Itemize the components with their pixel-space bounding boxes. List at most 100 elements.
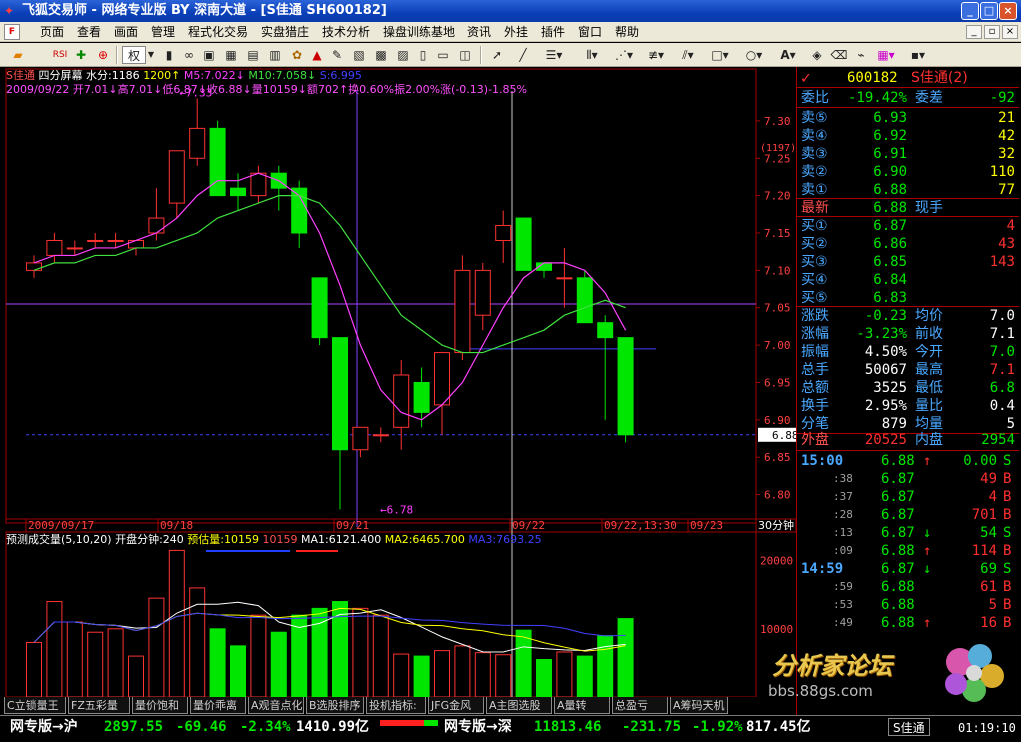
menu-program-trade[interactable]: 程式化交易 bbox=[188, 24, 248, 40]
menu-plugins[interactable]: 插件 bbox=[541, 24, 565, 40]
indicator-tab[interactable]: B选股排序 bbox=[306, 697, 364, 714]
menu-tech-analysis[interactable]: 技术分析 bbox=[322, 24, 370, 40]
inner-label: 内盘 bbox=[915, 432, 943, 448]
chart-icon[interactable]: ▩ bbox=[372, 46, 390, 64]
maximize-button[interactable]: □ bbox=[980, 2, 998, 20]
window-title: 飞狐交易师 - 网络专业版 BY 深南大道 - [S佳通 SH600182] bbox=[22, 3, 387, 18]
tick-volume: 114 bbox=[971, 543, 997, 559]
ellipse-tool-icon[interactable]: ○▾ bbox=[742, 46, 766, 64]
menu-news[interactable]: 资讯 bbox=[467, 24, 491, 40]
parallel-tool-icon[interactable]: ☰▾ bbox=[542, 46, 566, 64]
ma5-line bbox=[33, 172, 627, 421]
sh-index-label[interactable]: 网专版→沪 bbox=[10, 717, 78, 737]
indicator-tab[interactable]: A筹码天机 bbox=[670, 697, 728, 714]
tick-price: 6.88 bbox=[881, 579, 915, 595]
chart-ma5: M5:7.022↓ bbox=[183, 69, 245, 82]
price-axis-label: 7.10 bbox=[764, 264, 791, 277]
tick-arrow-icon: ↑ bbox=[923, 453, 932, 469]
indicator-tab[interactable]: 量价饱和 bbox=[132, 697, 188, 714]
rsi-icon[interactable]: RSI bbox=[50, 46, 70, 64]
ruler-icon[interactable]: ▧ bbox=[350, 46, 368, 64]
current-stock-tab[interactable]: S佳通 bbox=[888, 718, 930, 736]
rows-icon[interactable]: ▭ bbox=[434, 46, 452, 64]
volume-bar bbox=[46, 601, 63, 697]
quote-divider bbox=[797, 107, 1019, 108]
vertical-lines-icon[interactable]: ⦀▾ bbox=[580, 46, 604, 64]
mdi-restore-button[interactable]: ▫ bbox=[984, 25, 1000, 39]
calc-icon[interactable]: ▤ bbox=[244, 46, 262, 64]
candle-body bbox=[168, 150, 185, 204]
rect-tool-icon[interactable]: □▾ bbox=[708, 46, 732, 64]
mdi-close-button[interactable]: × bbox=[1002, 25, 1018, 39]
grid-icon[interactable]: ▦ bbox=[222, 46, 240, 64]
candle-icon[interactable]: ▮ bbox=[160, 46, 178, 64]
indicator-tab[interactable]: A量转 bbox=[554, 697, 610, 714]
tick-side: S bbox=[1003, 453, 1012, 469]
tag-icon[interactable]: ◈ bbox=[808, 46, 826, 64]
price-axis-label: 7.00 bbox=[764, 339, 791, 352]
minimize-button[interactable]: _ bbox=[961, 2, 979, 20]
outer-inner-row: 外盘 20525 内盘 2954 bbox=[797, 431, 1019, 449]
columns-icon[interactable]: ▯ bbox=[414, 46, 432, 64]
menu-view[interactable]: 查看 bbox=[77, 24, 101, 40]
indicator-tab[interactable]: C立锁量王 bbox=[4, 697, 66, 714]
text-tool-icon[interactable]: A▾ bbox=[776, 46, 800, 64]
kline-svg[interactable]: 7.30 7.25 7.20 7.15 7.10 7.05 7.00 6.95 6.90 6.85… bbox=[0, 67, 796, 697]
stat-value: 2.95% bbox=[864, 398, 907, 414]
menu-plugin-ext[interactable]: 外挂 bbox=[504, 24, 528, 40]
glasses-icon[interactable]: ∞ bbox=[180, 46, 198, 64]
menu-window[interactable]: 窗口 bbox=[578, 24, 602, 40]
stat-value-2: 7.0 bbox=[989, 308, 1015, 324]
close-button[interactable]: × bbox=[999, 2, 1017, 20]
toolbar: ▰ RSI ✚ ⊕ 权 ▼ ▮ ∞ ▣ ▦ ▤ ▥ ✿ ▲ ✎ ▧ ▩ ▨ ▯ … bbox=[0, 43, 1021, 67]
menu-page[interactable]: 页面 bbox=[40, 24, 64, 40]
indicator-tab[interactable]: JFG金风 bbox=[428, 697, 484, 714]
highlight-icon[interactable]: ⌁ bbox=[852, 46, 870, 64]
zoom-in-icon[interactable]: ⊕ bbox=[94, 46, 112, 64]
indicator-tab[interactable]: 量价乖离 bbox=[190, 697, 246, 714]
document-icon[interactable]: F bbox=[4, 24, 20, 40]
open-folder-icon[interactable]: ▰ bbox=[8, 46, 28, 64]
save-icon[interactable]: ▪▾ bbox=[906, 46, 930, 64]
table-icon[interactable]: ▥ bbox=[266, 46, 284, 64]
menu-help[interactable]: 帮助 bbox=[615, 24, 639, 40]
tick-side: S bbox=[1003, 561, 1012, 577]
menu-live-hunt[interactable]: 实盘猎庄 bbox=[261, 24, 309, 40]
sz-index-label[interactable]: 网专版→深 bbox=[444, 717, 512, 737]
indicator-tab[interactable]: 总盈亏 bbox=[612, 697, 668, 714]
window-icon[interactable]: ▣ bbox=[200, 46, 218, 64]
split-icon[interactable]: ◫ bbox=[456, 46, 474, 64]
toolbar-separator bbox=[116, 46, 118, 64]
volume-bar bbox=[332, 601, 348, 697]
indicator-tab[interactable]: 投机指标: bbox=[366, 697, 426, 714]
stat-label-2: 最低 bbox=[915, 380, 943, 396]
sh-breadth-bar-down bbox=[424, 720, 438, 726]
pen-icon[interactable]: ✎ bbox=[328, 46, 346, 64]
indicator-tab[interactable]: A观音点化 bbox=[248, 697, 304, 714]
price-axis-label: 7.05 bbox=[764, 302, 791, 315]
mdi-minimize-button[interactable]: _ bbox=[966, 25, 982, 39]
cursor-arrow-icon[interactable]: ➚ bbox=[488, 46, 506, 64]
price-axis-label: 7.25 bbox=[764, 152, 791, 165]
chevron-down-icon[interactable]: ▼ bbox=[146, 46, 156, 64]
eraser-icon[interactable]: ⌫ bbox=[830, 46, 848, 64]
menu-screen[interactable]: 画面 bbox=[114, 24, 138, 40]
indicator-tab[interactable]: A主图选股 bbox=[486, 697, 552, 714]
date-axis-label: 2009/09/17 bbox=[28, 519, 94, 532]
gear-icon[interactable]: ✿ bbox=[288, 46, 306, 64]
indicator-tab[interactable]: FZ五彩量 bbox=[68, 697, 130, 714]
layout-icon[interactable]: ▨ bbox=[394, 46, 412, 64]
menu-manage[interactable]: 管理 bbox=[151, 24, 175, 40]
fib-tool-icon[interactable]: ≢▾ bbox=[644, 46, 668, 64]
tick-price: 6.88 bbox=[881, 453, 915, 469]
chart-period-mode: 四分屏幕 bbox=[38, 69, 83, 82]
rights-select[interactable]: 权 bbox=[122, 46, 146, 64]
crosshair-icon[interactable]: ✚ bbox=[72, 46, 90, 64]
alert-icon[interactable]: ▲ bbox=[308, 46, 326, 64]
channel-tool-icon[interactable]: ⫽▾ bbox=[676, 46, 700, 64]
menu-training[interactable]: 操盘训练基地 bbox=[383, 24, 455, 40]
fan-tool-icon[interactable]: ⋰▾ bbox=[612, 46, 636, 64]
volume-bar bbox=[495, 654, 512, 697]
palette-icon[interactable]: ▦▾ bbox=[874, 46, 898, 64]
line-tool-icon[interactable]: ╱ bbox=[514, 46, 532, 64]
